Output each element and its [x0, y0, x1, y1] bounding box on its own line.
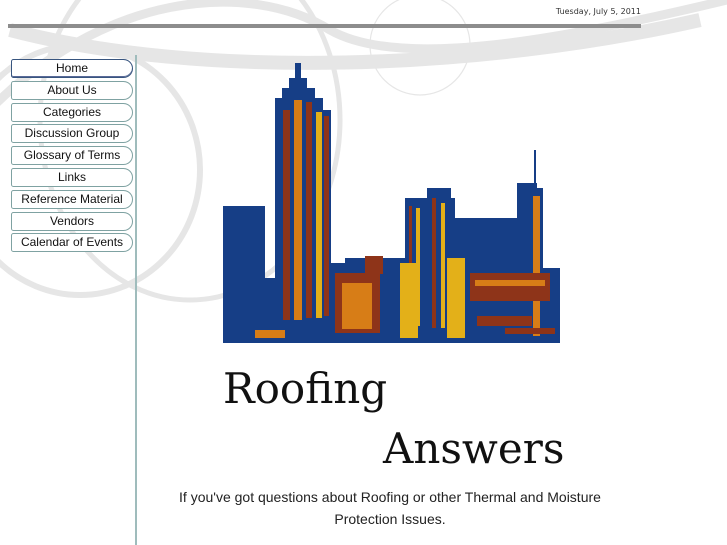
- nav-button-vendors[interactable]: Vendors: [11, 211, 133, 231]
- nav-button-calendar-of-events[interactable]: Calendar of Events: [11, 233, 133, 253]
- tagline-line-1: If you've got questions about Roofing or…: [179, 489, 601, 505]
- roofing-answers-logo: Roofing Answers: [223, 63, 564, 473]
- nav-button-categories[interactable]: Categories: [11, 102, 133, 122]
- nav-button-reference-material[interactable]: Reference Material: [11, 189, 133, 209]
- skyline-illustration: [223, 63, 560, 343]
- nav-button-links[interactable]: Links: [11, 167, 133, 187]
- nav-button-glossary[interactable]: Glossary of Terms: [11, 146, 133, 166]
- top-rule: [8, 24, 641, 28]
- nav-button-home[interactable]: Home: [11, 59, 133, 78]
- tagline: If you've got questions about Roofing or…: [140, 486, 640, 530]
- current-date: Tuesday, July 5, 2011: [555, 7, 641, 16]
- tagline-line-2: Protection Issues.: [334, 511, 446, 527]
- sidebar-divider: [135, 55, 137, 545]
- sidebar-nav: Home About Us Categories Discussion Grou…: [11, 59, 134, 255]
- logo-text-answers: Answers: [382, 424, 564, 473]
- nav-button-discussion-group[interactable]: Discussion Group: [11, 124, 133, 144]
- nav-button-about-us[interactable]: About Us: [11, 80, 133, 100]
- logo-text-roofing: Roofing: [223, 364, 387, 413]
